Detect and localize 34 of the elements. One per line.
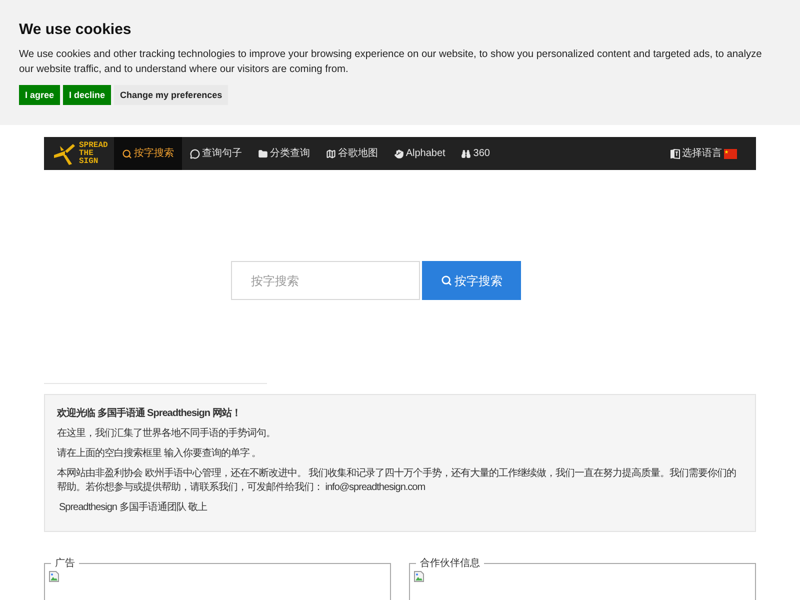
folder-icon bbox=[258, 148, 268, 158]
nav-link[interactable]: Alphabet bbox=[386, 137, 454, 170]
flag-icon bbox=[724, 148, 737, 158]
hand-icon bbox=[394, 148, 404, 158]
panel-legend: 合作伙伴信息 bbox=[416, 556, 484, 571]
map-icon bbox=[326, 148, 336, 158]
search-button[interactable]: 按字搜索 bbox=[422, 261, 521, 300]
consent-button[interactable]: I agree bbox=[19, 85, 60, 105]
cookie-title: We use cookies bbox=[19, 21, 132, 39]
language-menu[interactable]: 选择语言 bbox=[670, 137, 737, 170]
nav-link[interactable]: 分类查询 bbox=[250, 137, 318, 170]
search-icon bbox=[122, 148, 132, 158]
logo-text: SPREAD THE SIGN bbox=[79, 142, 108, 166]
nav-link[interactable]: 查询句子 bbox=[182, 137, 250, 170]
logo-figure-icon bbox=[52, 142, 76, 166]
search-field[interactable]: 按字搜索 bbox=[231, 261, 420, 300]
consent-button[interactable]: I decline bbox=[63, 85, 112, 105]
broken-image-icon bbox=[49, 571, 59, 582]
welcome-paragraph: 在这里，我们汇集了世界各地不同手语的手势词句。 bbox=[57, 427, 276, 441]
nav-link[interactable]: 谷歌地图 bbox=[318, 137, 386, 170]
broken-image-icon bbox=[414, 571, 424, 582]
nav-link[interactable]: 360 bbox=[453, 137, 498, 170]
signature-text: Spreadthesign 多国手语通团队 敬上 bbox=[59, 501, 208, 515]
search-icon bbox=[440, 275, 452, 286]
welcome-title: 欢迎光临 多国手语通 Spreadthesign 网站！ bbox=[57, 407, 242, 421]
speech-bubble-icon bbox=[190, 148, 200, 158]
translate-icon bbox=[670, 148, 680, 158]
welcome-paragraph: 请在上面的空白搜索框里 输入你要查询的单字 。 bbox=[57, 447, 262, 461]
preferences-button[interactable]: Change my preferences bbox=[114, 85, 228, 105]
panel-legend: 广告 bbox=[51, 556, 79, 571]
cookie-text: We use cookies and other tracking technologies to improve your browsing experience on our website, to show you personalized content and targeted ads, to analyze our website traffic, and to understand where our visitors are coming from. bbox=[19, 48, 763, 77]
welcome-paragraph: 本网站由非盈利协会 欧州手语中心管理，还在不断改进中。 我们收集和记录了四十万个手势，还有大量的工作继续做，我们一直在努力提高质量。我们需要你们的帮助。若你想参与或提供帮助，请联系我们，可发邮件给我们： info@spreadthesign.com bbox=[57, 467, 738, 495]
nav-link[interactable]: 按字搜索 bbox=[114, 137, 182, 170]
binoculars-icon bbox=[461, 148, 472, 158]
